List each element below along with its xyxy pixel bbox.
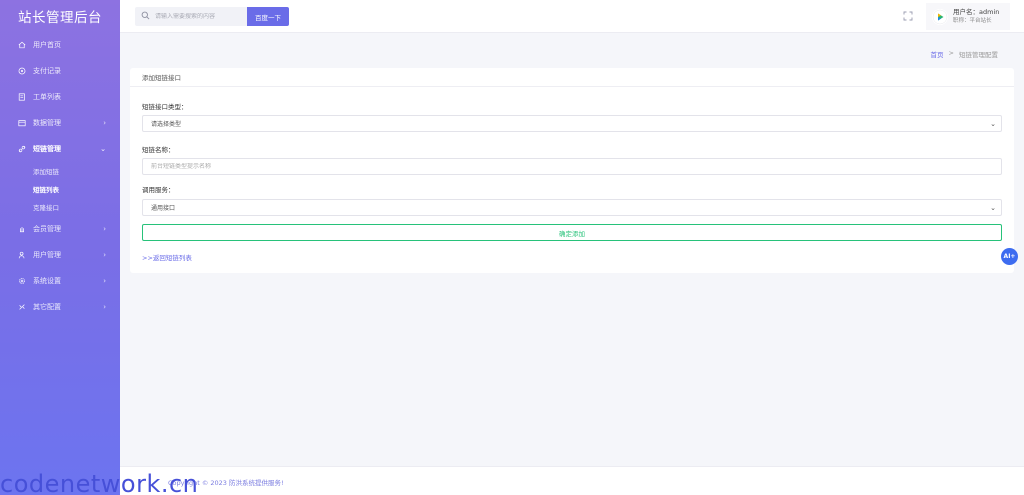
name-field-wrap xyxy=(142,158,1002,175)
sidebar-item-label: 用户首页 xyxy=(33,41,61,49)
member-icon xyxy=(17,224,27,234)
sidebar-item-label: 短链管理 xyxy=(33,145,61,153)
footer: Copyright © 2023 防洪系统提供服务! xyxy=(120,466,1024,495)
service-select-value: 通用接口 xyxy=(151,205,176,212)
sidebar-item-label: 数据管理 xyxy=(33,119,61,127)
type-select[interactable]: 请选择类型 ⌄ xyxy=(142,115,1002,132)
type-label: 短链接口类型： xyxy=(142,103,188,111)
submenu-item-clone-api[interactable]: 克隆接口 xyxy=(0,198,120,216)
sidebar-item-label: 工单列表 xyxy=(33,93,61,101)
sidebar-item-label: 系统设置 xyxy=(33,277,61,285)
sidebar: 站长管理后台 用户首页 支付记录 工单列表 数据管理 › 短链管理 ⌄ 添加短链… xyxy=(0,0,120,495)
breadcrumb-current: 短链管理配置 xyxy=(959,51,998,59)
user-icon xyxy=(17,250,27,260)
config-icon xyxy=(17,302,27,312)
search-input[interactable] xyxy=(155,13,245,20)
sidebar-item-label: 支付记录 xyxy=(33,67,61,75)
chevron-right-icon: › xyxy=(103,303,106,311)
watermark: codenetwork.cn xyxy=(0,470,199,495)
sidebar-item-data[interactable]: 数据管理 › xyxy=(0,110,120,136)
ai-assistant-button[interactable]: AI+ xyxy=(1001,248,1018,265)
submenu-item-add-shortlink[interactable]: 添加短链 xyxy=(0,162,120,180)
name-input[interactable] xyxy=(151,163,1001,170)
pay-icon xyxy=(17,66,27,76)
sidebar-item-tickets[interactable]: 工单列表 xyxy=(0,84,120,110)
home-icon xyxy=(17,40,27,50)
search-box xyxy=(135,7,248,26)
sidebar-item-settings[interactable]: 系统设置 › xyxy=(0,268,120,294)
top-header: 百度一下 用户名：admin 职称：平台站长 xyxy=(120,0,1024,33)
chevron-right-icon: › xyxy=(103,277,106,285)
user-profile[interactable]: 用户名：admin 职称：平台站长 xyxy=(926,3,1010,30)
chevron-right-icon: › xyxy=(103,251,106,259)
sidebar-nav: 用户首页 支付记录 工单列表 数据管理 › 短链管理 ⌄ 添加短链 短链列表 克… xyxy=(0,32,120,320)
search-button[interactable]: 百度一下 xyxy=(247,7,289,26)
search-icon xyxy=(141,11,150,22)
chevron-down-icon: ⌄ xyxy=(990,120,996,128)
chevron-down-icon: ⌄ xyxy=(100,145,106,153)
shortlinks-submenu: 添加短链 短链列表 克隆接口 xyxy=(0,162,120,216)
user-name: 用户名：admin xyxy=(953,8,1000,16)
chevron-right-icon: › xyxy=(103,225,106,233)
sidebar-item-payments[interactable]: 支付记录 xyxy=(0,58,120,84)
add-shortlink-card: 添加短链接口 短链接口类型： 请选择类型 ⌄ 短链名称： 调用服务： 通用接口 … xyxy=(130,68,1014,273)
service-select[interactable]: 通用接口 ⌄ xyxy=(142,199,1002,216)
settings-icon xyxy=(17,276,27,286)
breadcrumb-separator: > xyxy=(948,49,954,57)
submenu-item-shortlink-list[interactable]: 短链列表 xyxy=(0,180,120,198)
card-title: 添加短链接口 xyxy=(130,68,1014,87)
ticket-icon xyxy=(17,92,27,102)
sidebar-item-users[interactable]: 用户管理 › xyxy=(0,242,120,268)
sidebar-item-shortlinks[interactable]: 短链管理 ⌄ xyxy=(0,136,120,162)
sidebar-item-other-config[interactable]: 其它配置 › xyxy=(0,294,120,320)
breadcrumb: 首页 > 短链管理配置 xyxy=(931,49,998,59)
link-icon xyxy=(17,144,27,154)
sidebar-item-label: 其它配置 xyxy=(33,303,61,311)
brand-title: 站长管理后台 xyxy=(18,10,102,26)
sidebar-item-home[interactable]: 用户首页 xyxy=(0,32,120,58)
back-to-list-link[interactable]: >>返回短链列表 xyxy=(142,252,192,262)
confirm-add-button[interactable]: 确定添加 xyxy=(142,224,1002,241)
avatar xyxy=(932,8,948,25)
name-label: 短链名称： xyxy=(142,146,175,154)
sidebar-item-members[interactable]: 会员管理 › xyxy=(0,216,120,242)
service-label: 调用服务： xyxy=(142,186,175,194)
breadcrumb-home[interactable]: 首页 xyxy=(931,49,944,59)
data-icon xyxy=(17,118,27,128)
type-select-value: 请选择类型 xyxy=(151,121,182,128)
chevron-right-icon: › xyxy=(103,119,106,127)
user-info: 用户名：admin 职称：平台站长 xyxy=(953,8,999,25)
sidebar-item-label: 会员管理 xyxy=(33,225,61,233)
sidebar-item-label: 用户管理 xyxy=(33,251,61,259)
fullscreen-icon[interactable] xyxy=(903,11,913,21)
user-role: 职称：平台站长 xyxy=(953,18,992,24)
chevron-down-icon: ⌄ xyxy=(990,204,996,212)
